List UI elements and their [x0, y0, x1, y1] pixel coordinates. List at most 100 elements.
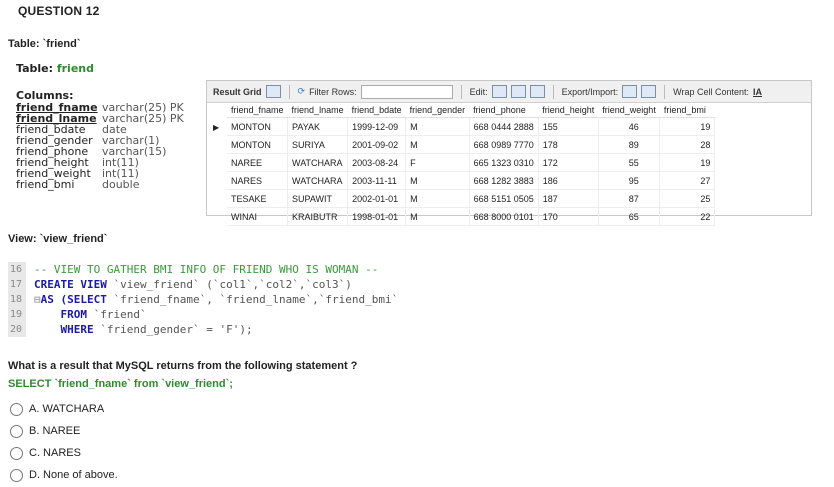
table-row[interactable]: NARES WATCHARA 2003-11-11 M 668 1282 3883 186… [227, 171, 716, 190]
delete-row-icon[interactable] [529, 85, 545, 98]
table-cell[interactable]: 178 [538, 135, 599, 154]
table-cell[interactable]: 187 [538, 189, 599, 208]
code-keyword: FROM [60, 308, 88, 321]
table-cell[interactable]: 28 [659, 135, 716, 154]
table-cell[interactable]: 668 8000 0101 [469, 207, 539, 226]
table-cell[interactable]: WATCHARA [287, 171, 349, 190]
option-b[interactable]: B. NAREE [10, 420, 118, 442]
table-cell[interactable]: 2003-11-11 [347, 171, 407, 190]
fold-minus-icon[interactable]: ⊟ [34, 293, 41, 306]
column-header[interactable]: friend_phone [469, 103, 539, 118]
toolbar-divider [552, 84, 554, 99]
code-rest: `view_friend` (`col1`,`col2`,`col3`) [106, 278, 352, 291]
table-cell[interactable]: M [405, 117, 470, 136]
wrap-cell-label: Wrap Cell Content: [673, 86, 749, 97]
table-cell[interactable]: F [405, 153, 470, 172]
column-header[interactable]: friend_bdate [347, 103, 406, 118]
grid-body: ▶ friend_fname friend_lname friend_bdate… [207, 103, 811, 226]
table-cell[interactable]: 19 [659, 153, 716, 172]
export-icon[interactable] [622, 85, 638, 98]
radio-button[interactable] [10, 402, 23, 416]
table-cell[interactable]: 668 5151 0505 [469, 189, 539, 208]
table-cell[interactable]: TESAKE [227, 189, 289, 208]
table-cell[interactable]: 89 [598, 135, 661, 154]
radio-button[interactable] [10, 424, 23, 438]
toolbar-divider [664, 84, 666, 99]
table-cell[interactable]: SURIYA [287, 135, 349, 154]
radio-button[interactable] [10, 446, 23, 460]
table-row[interactable]: TESAKE SUPAWIT 2002-01-01 M 668 5151 0505 187… [227, 189, 716, 208]
table-cell[interactable]: 1998-01-01 [347, 207, 407, 226]
option-c[interactable]: C. NARES [10, 442, 118, 464]
table-cell[interactable]: NARES [227, 171, 289, 190]
radio-button[interactable] [10, 468, 23, 482]
sql-code-block: 16 -- VIEW TO GATHER BMI INFO OF FRIEND … [8, 262, 528, 342]
table-cell[interactable]: M [405, 207, 470, 226]
table-cell[interactable]: 2003-08-24 [347, 153, 407, 172]
table-cell[interactable]: 668 1282 3883 [469, 171, 539, 190]
line-number: 17 [8, 277, 26, 292]
table-cell[interactable]: M [405, 171, 470, 190]
table-cell[interactable]: 172 [538, 153, 599, 172]
column-header[interactable]: friend_weight [598, 103, 660, 118]
table-cell[interactable]: 2002-01-01 [347, 189, 407, 208]
table-cell[interactable]: M [405, 135, 470, 154]
code-comment: -- VIEW TO GATHER BMI INFO OF FRIEND WHO… [34, 263, 379, 276]
table-row[interactable]: MONTON PAYAK 1999-12-09 M 668 0444 2888 155 46… [227, 117, 716, 136]
table-cell[interactable]: 87 [598, 189, 661, 208]
table-cell[interactable]: 46 [598, 117, 661, 136]
code-line: 18 ⊟AS (SELECT `friend_fname`, `friend_l… [8, 292, 528, 307]
table-cell[interactable]: 668 0989 7770 [469, 135, 539, 154]
code-text: ⊟AS (SELECT `friend_fname`, `friend_lnam… [26, 292, 398, 307]
wrap-cell-icon[interactable]: IA [753, 87, 762, 97]
table-cell[interactable]: 1999-12-09 [347, 117, 407, 136]
result-grid-tab[interactable]: Result Grid [213, 87, 262, 97]
import-icon[interactable] [641, 85, 657, 98]
table-cell[interactable]: 170 [538, 207, 599, 226]
table-cell[interactable]: 155 [538, 117, 599, 136]
table-cell[interactable]: 186 [538, 171, 599, 190]
column-header[interactable]: friend_gender [405, 103, 470, 118]
table-cell[interactable]: 668 0444 2888 [469, 117, 539, 136]
filter-rows-label: Filter Rows: [309, 86, 357, 97]
table-row[interactable]: WINAI KRAIBUTR 1998-01-01 M 668 8000 0101 170… [227, 207, 716, 226]
table-cell[interactable]: 22 [659, 207, 716, 226]
toolbar-divider [460, 84, 462, 99]
table-cell[interactable]: WATCHARA [287, 153, 349, 172]
refresh-icon[interactable]: ⟳ [298, 86, 306, 97]
insert-row-icon[interactable] [510, 85, 526, 98]
table-cell[interactable]: 19 [659, 117, 716, 136]
column-header[interactable]: friend_bmi [659, 103, 715, 118]
column-row: friend_bmi double [16, 179, 216, 190]
table-cell[interactable]: SUPAWIT [287, 189, 349, 208]
table-cell[interactable]: MONTON [227, 117, 289, 136]
code-text: FROM `friend` [26, 307, 147, 322]
table-cell[interactable]: M [405, 189, 470, 208]
table-row[interactable]: MONTON SURIYA 2001-09-02 M 668 0989 7770 178 8… [227, 135, 716, 154]
table-cell[interactable]: 27 [659, 171, 716, 190]
table-cell[interactable]: 665 1323 0310 [469, 153, 539, 172]
table-cell[interactable]: 2001-09-02 [347, 135, 407, 154]
filter-rows-input[interactable] [360, 84, 453, 99]
code-text: WHERE `friend_gender` = 'F'); [26, 322, 253, 337]
column-header[interactable]: friend_lname [287, 103, 348, 118]
option-d[interactable]: D. None of above. [10, 464, 118, 486]
column-header[interactable]: friend_height [538, 103, 599, 118]
table-cell[interactable]: KRAIBUTR [287, 207, 349, 226]
option-a[interactable]: A. WATCHARA [10, 398, 118, 420]
line-number: 16 [8, 262, 26, 277]
column-header[interactable]: friend_fname [227, 103, 288, 118]
table-cell[interactable]: MONTON [227, 135, 289, 154]
table-cell[interactable]: 55 [598, 153, 661, 172]
table-cell[interactable]: NAREE [227, 153, 289, 172]
toolbar-divider [288, 84, 290, 99]
table-cell[interactable]: PAYAK [287, 117, 349, 136]
table-cell[interactable]: 25 [659, 189, 716, 208]
grid-view-icon[interactable] [265, 85, 281, 98]
table-cell[interactable]: WINAI [227, 207, 289, 226]
code-text: CREATE VIEW `view_friend` (`col1`,`col2`… [26, 277, 352, 292]
table-row[interactable]: NAREE WATCHARA 2003-08-24 F 665 1323 0310 172… [227, 153, 716, 172]
table-cell[interactable]: 65 [598, 207, 661, 226]
edit-row-icon[interactable] [491, 85, 507, 98]
table-cell[interactable]: 95 [598, 171, 661, 190]
